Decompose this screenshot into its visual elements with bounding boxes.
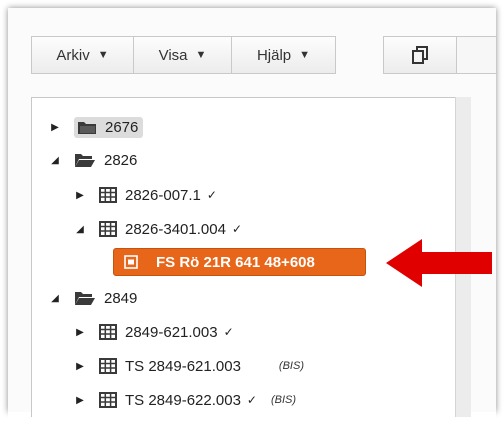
tree-item-label: 2826-3401.004 bbox=[125, 220, 226, 238]
grid-icon bbox=[99, 324, 117, 340]
tree-item-2826-3401-004[interactable]: ◢ 2826-3401.004 ✓ bbox=[73, 216, 242, 242]
tree-item-2849[interactable]: ◢ 2849 bbox=[48, 285, 137, 311]
tree-item-2826[interactable]: ◢ 2826 bbox=[48, 147, 137, 173]
check-icon: ✓ bbox=[223, 325, 234, 339]
selected-node[interactable]: 2676 bbox=[74, 116, 144, 138]
document-icon bbox=[124, 255, 138, 269]
expand-toggle-icon[interactable]: ▶ bbox=[73, 190, 87, 201]
tree-item-ts-2849-621-003[interactable]: ▶ TS 2849-621.003 (BIS) bbox=[73, 353, 304, 379]
tree-item-label: TS 2849-621.003 bbox=[125, 357, 241, 375]
expand-toggle-icon[interactable]: ▶ bbox=[73, 327, 87, 338]
arkiv-menu-button[interactable]: Arkiv ▼ bbox=[31, 36, 134, 74]
grid-icon bbox=[99, 358, 117, 374]
expand-toggle-icon[interactable]: ▶ bbox=[73, 361, 87, 372]
chevron-down-icon: ▼ bbox=[299, 49, 311, 61]
tree-item-label: 2849 bbox=[104, 289, 138, 307]
toolbar-overflow-button[interactable] bbox=[457, 36, 497, 74]
visa-menu-button[interactable]: Visa ▼ bbox=[134, 36, 232, 74]
chevron-down-icon: ▼ bbox=[97, 49, 109, 61]
expand-toggle-icon[interactable]: ▶ bbox=[73, 395, 87, 406]
menu-toolbar: Arkiv ▼ Visa ▼ Hjälp ▼ bbox=[31, 36, 336, 74]
copy-button[interactable] bbox=[383, 36, 457, 74]
arkiv-label: Arkiv bbox=[56, 46, 90, 64]
grid-icon bbox=[99, 187, 117, 203]
tree-item-fs-ro-21r-highlighted[interactable]: FS Rö 21R 641 48+608 bbox=[113, 248, 366, 276]
tree-item-label: 2826 bbox=[104, 151, 138, 169]
grid-icon bbox=[99, 221, 117, 237]
folder-icon bbox=[77, 119, 97, 135]
tree-item-label: 2676 bbox=[105, 118, 139, 136]
tree-item-2849-621-003[interactable]: ▶ 2849-621.003 ✓ bbox=[73, 319, 234, 345]
tree-item-2676[interactable]: ▶ 2676 bbox=[48, 114, 144, 140]
collapse-toggle-icon[interactable]: ◢ bbox=[48, 155, 62, 166]
bis-badge: (BIS) bbox=[270, 394, 297, 406]
collapse-toggle-icon[interactable]: ◢ bbox=[48, 293, 62, 304]
folder-open-icon bbox=[74, 152, 96, 168]
bis-badge: (BIS) bbox=[278, 360, 304, 372]
chevron-down-icon: ▼ bbox=[195, 49, 207, 61]
pointer-arrow-icon bbox=[386, 239, 492, 287]
copy-icon bbox=[412, 46, 428, 64]
check-icon: ✓ bbox=[206, 188, 217, 202]
grid-icon bbox=[99, 392, 117, 408]
check-icon: ✓ bbox=[231, 222, 242, 236]
tree-item-label: 2826-007.1 bbox=[125, 186, 201, 204]
tree-item-label: 2849-621.003 bbox=[125, 323, 218, 341]
hjalp-menu-button[interactable]: Hjälp ▼ bbox=[232, 36, 336, 74]
collapse-toggle-icon[interactable]: ◢ bbox=[73, 224, 87, 235]
expand-toggle-icon[interactable]: ▶ bbox=[48, 122, 62, 133]
tree-item-label: FS Rö 21R 641 48+608 bbox=[156, 253, 315, 271]
tree-item-label: TS 2849-622.003 bbox=[125, 391, 241, 409]
tree-item-ts-2849-622-003[interactable]: ▶ TS 2849-622.003 ✓ (BIS) bbox=[73, 387, 296, 413]
hjalp-label: Hjälp bbox=[256, 46, 292, 64]
tree-item-2826-007-1[interactable]: ▶ 2826-007.1 ✓ bbox=[73, 182, 217, 208]
folder-open-icon bbox=[74, 290, 96, 306]
visa-label: Visa bbox=[158, 46, 188, 64]
check-icon: ✓ bbox=[246, 393, 257, 407]
